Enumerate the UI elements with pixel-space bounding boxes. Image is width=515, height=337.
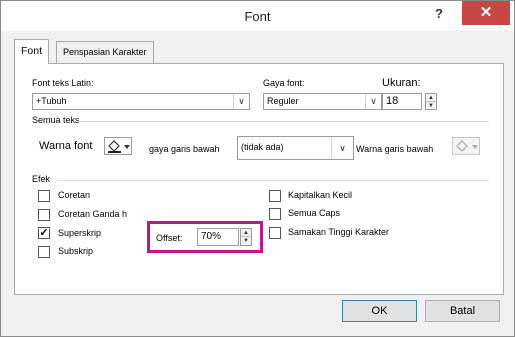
font-size-input[interactable]: 18 — [382, 93, 422, 110]
superscript-label: Superskrip — [58, 228, 102, 238]
effects-heading: Efek — [32, 174, 51, 184]
divider — [77, 121, 489, 122]
ok-button[interactable]: OK — [342, 300, 417, 322]
up-arrow-icon[interactable]: ▲ — [426, 94, 436, 102]
offset-label: Offset: — [156, 233, 183, 243]
chevron-down-icon[interactable]: ∨ — [365, 94, 381, 109]
font-size-label: Ukuran: — [382, 77, 421, 89]
paint-bucket-icon — [108, 140, 130, 153]
underline-style-value: (tidak ada) — [241, 142, 284, 152]
offset-input[interactable]: 70% — [197, 228, 239, 246]
font-size-stepper[interactable]: ▲ ▼ — [425, 93, 437, 110]
checkbox-double-strikethrough[interactable] — [38, 209, 50, 221]
tab-font[interactable]: Font — [14, 39, 50, 64]
equalize-height-label: Samakan Tinggi Karakter — [288, 227, 390, 237]
checkbox-superscript[interactable]: ✓ — [38, 227, 50, 239]
font-style-value: Reguler — [267, 96, 299, 106]
double-strikethrough-label: Coretan Ganda h — [58, 209, 128, 219]
title-bar: Font ? ✕ — [1, 1, 514, 31]
checkmark-icon: ✓ — [39, 227, 49, 239]
font-color-picker[interactable] — [104, 137, 132, 155]
tab-panel-font: Font teks Latin: +Tubuh ∨ Gaya font: Reg… — [14, 63, 504, 295]
cancel-button[interactable]: Batal — [425, 300, 500, 322]
latin-font-value: +Tubuh — [36, 96, 67, 106]
underline-color-label: Warna garis bawah — [356, 144, 434, 154]
font-color-label: Warna font — [39, 140, 93, 152]
latin-font-label: Font teks Latin: — [32, 78, 94, 88]
underline-color-picker[interactable] — [452, 137, 480, 155]
font-style-combo[interactable]: Reguler ∨ — [263, 93, 382, 110]
all-caps-label: Semua Caps — [288, 208, 341, 218]
checkbox-strikethrough[interactable] — [38, 190, 50, 202]
tab-character-spacing[interactable]: Penspasian Karakter — [56, 41, 154, 63]
all-text-heading: Semua teks — [32, 115, 80, 125]
down-arrow-icon[interactable]: ▼ — [426, 102, 436, 110]
down-arrow-icon[interactable]: ▼ — [241, 237, 251, 245]
close-button[interactable]: ✕ — [462, 1, 510, 25]
chevron-down-icon[interactable]: ∨ — [331, 137, 353, 159]
font-dialog: Font ? ✕ Font Penspasian Karakter Font t… — [0, 0, 515, 337]
chevron-down-icon[interactable]: ∨ — [233, 94, 249, 109]
up-arrow-icon[interactable]: ▲ — [241, 229, 251, 237]
strikethrough-label: Coretan — [58, 190, 91, 200]
checkbox-equalize-height[interactable] — [269, 227, 281, 239]
paint-bucket-icon — [456, 140, 478, 152]
offset-value: 70% — [201, 231, 222, 242]
help-button[interactable]: ? — [425, 3, 453, 25]
divider — [57, 180, 489, 181]
checkbox-all-caps[interactable] — [269, 208, 281, 220]
latin-font-combo[interactable]: +Tubuh ∨ — [32, 93, 250, 110]
checkbox-subscript[interactable] — [38, 246, 50, 258]
underline-style-label: gaya garis bawah — [149, 144, 220, 154]
font-size-value: 18 — [386, 95, 399, 107]
underline-style-combo[interactable]: (tidak ada) ∨ — [237, 136, 354, 160]
small-caps-label: Kapitalkan Kecil — [288, 190, 353, 200]
offset-stepper[interactable]: ▲ ▼ — [240, 228, 252, 246]
checkbox-small-caps[interactable] — [269, 190, 281, 202]
font-style-label: Gaya font: — [263, 78, 305, 88]
subscript-label: Subskrip — [58, 246, 94, 256]
